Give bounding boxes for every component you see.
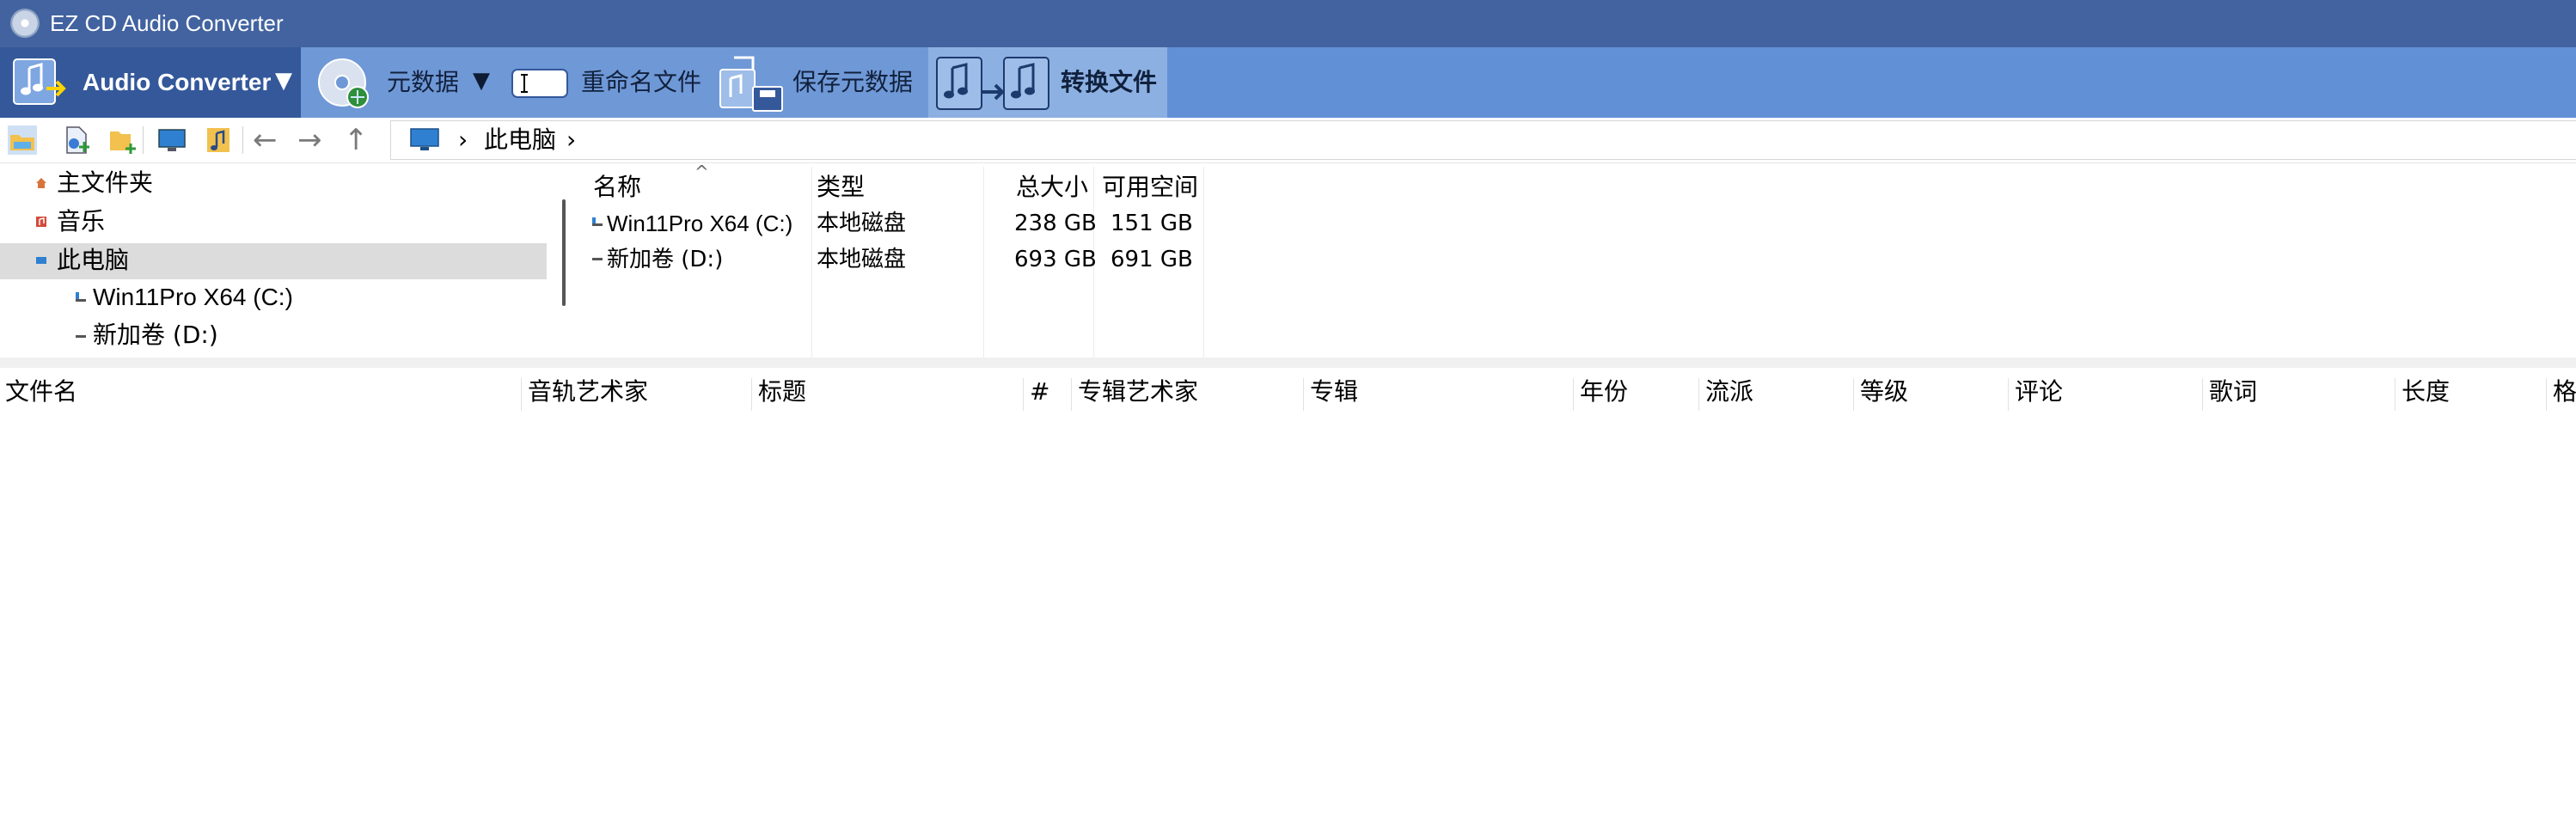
column-header-title[interactable]: 标题	[758, 371, 806, 413]
column-header-lyrics[interactable]: 歌词	[2209, 371, 2257, 413]
column-header-filename[interactable]: 文件名	[5, 371, 77, 413]
column-separator	[2008, 378, 2009, 411]
column-header-genre[interactable]: 流派	[1705, 371, 1753, 413]
sort-ascending-icon: ^	[694, 162, 709, 182]
rename-files-button[interactable]: 重命名文件	[505, 47, 710, 118]
title-bar: EZ CD Audio Converter	[0, 0, 2576, 47]
drive-row-d[interactable]: 新加卷 (D:) 本地磁盘 693 GB 691 GB	[591, 246, 1210, 280]
convert-files-button[interactable]: 转换文件	[928, 47, 1167, 118]
tree-item-label: 新加卷 (D:)	[93, 321, 218, 349]
computer-icon	[410, 128, 439, 150]
audio-converter-icon	[13, 58, 66, 105]
music-folder-icon[interactable]	[203, 125, 234, 156]
pane-splitter[interactable]	[0, 358, 2576, 368]
drive-icon	[76, 335, 86, 338]
drive-total-size: 238 GB	[1014, 211, 1097, 236]
drive-free-space: 691 GB	[1111, 247, 1193, 272]
column-separator	[1853, 378, 1854, 411]
convert-files-icon	[936, 57, 1049, 110]
forward-arrow-icon[interactable]: →	[297, 123, 322, 157]
tree-item-label: Win11Pro X64 (C:)	[93, 284, 293, 310]
breadcrumb-separator: ›	[458, 125, 468, 154]
column-separator	[1573, 378, 1574, 411]
back-arrow-icon[interactable]: ←	[253, 123, 278, 157]
column-separator	[751, 378, 752, 411]
column-header-rating[interactable]: 等级	[1860, 371, 1908, 413]
column-separator	[1023, 378, 1024, 411]
column-header-track-number[interactable]: #	[1030, 371, 1049, 413]
audio-converter-label: Audio Converter	[83, 69, 272, 95]
chevron-down-icon[interactable]: ▼	[275, 68, 292, 94]
breadcrumb-chevron[interactable]: ›	[566, 121, 576, 159]
column-header-album-artist[interactable]: 专辑艺术家	[1078, 371, 1198, 413]
drive-icon	[592, 217, 603, 226]
column-header-comment[interactable]: 评论	[2015, 371, 2063, 413]
track-list-header	[0, 370, 2576, 414]
drive-type: 本地磁盘	[817, 247, 907, 272]
rename-files-label: 重命名文件	[581, 69, 702, 95]
column-header-album[interactable]: 专辑	[1310, 371, 1358, 413]
save-metadata-label: 保存元数据	[792, 69, 914, 95]
column-header-type[interactable]: 类型	[817, 170, 865, 205]
column-header-track-artist[interactable]: 音轨艺术家	[528, 371, 648, 413]
save-metadata-icon	[719, 56, 783, 112]
save-metadata-button[interactable]: 保存元数据	[710, 47, 928, 118]
drive-total-size: 693 GB	[1014, 247, 1097, 272]
column-separator	[2546, 378, 2547, 411]
drive-row-c[interactable]: Win11Pro X64 (C:) 本地磁盘 238 GB 151 GB	[591, 210, 1210, 244]
window-title: EZ CD Audio Converter	[50, 10, 284, 36]
drive-icon	[592, 258, 603, 260]
breadcrumb-item-this-pc[interactable]: 此电脑	[484, 121, 556, 159]
audio-converter-button[interactable]: Audio Converter ▼	[0, 47, 301, 118]
up-arrow-icon[interactable]: ↑	[344, 123, 369, 157]
tree-item-label: 此电脑	[57, 246, 130, 274]
column-header-length[interactable]: 长度	[2402, 371, 2450, 413]
app-disc-icon	[10, 9, 40, 38]
open-folder-icon[interactable]	[7, 125, 38, 156]
column-separator	[1071, 378, 1072, 411]
metadata-label: 元数据	[387, 69, 460, 95]
drive-icon	[76, 292, 86, 302]
column-separator	[1303, 378, 1304, 411]
drive-name: Win11Pro X64 (C:)	[607, 211, 793, 236]
column-separator	[1698, 378, 1699, 411]
address-bar[interactable]: › 此电脑 ›	[390, 120, 2576, 160]
music-folder-icon	[36, 217, 46, 227]
add-folder-icon[interactable]	[107, 125, 138, 156]
home-icon	[36, 178, 46, 188]
drive-name: 新加卷 (D:)	[607, 247, 724, 272]
computer-icon	[36, 257, 46, 264]
column-header-name[interactable]: 名称	[593, 170, 641, 205]
tree-scrollbar[interactable]	[562, 199, 566, 306]
convert-files-label: 转换文件	[1061, 69, 1158, 95]
column-header-year[interactable]: 年份	[1580, 371, 1628, 413]
cd-metadata-icon	[318, 58, 369, 108]
column-separator	[2202, 378, 2203, 411]
column-header-total-size[interactable]: 总大小	[1016, 170, 1088, 205]
toolbar-separator	[242, 126, 243, 154]
column-separator	[521, 378, 522, 411]
tree-item-label: 音乐	[57, 207, 106, 235]
tree-item-label: 主文件夹	[57, 168, 154, 197]
monitor-icon[interactable]	[156, 125, 187, 156]
toolbar-separator	[143, 126, 144, 154]
metadata-button[interactable]: 元数据 ▼	[301, 47, 505, 118]
drive-free-space: 151 GB	[1111, 211, 1193, 236]
column-header-free-space[interactable]: 可用空间	[1102, 170, 1198, 205]
rename-icon	[511, 69, 568, 98]
add-file-icon[interactable]	[60, 125, 91, 156]
column-header-format-truncated[interactable]: 格	[2553, 371, 2576, 413]
track-list-body[interactable]	[0, 414, 2576, 813]
drive-type: 本地磁盘	[817, 211, 907, 236]
chevron-down-icon[interactable]: ▼	[473, 68, 490, 94]
